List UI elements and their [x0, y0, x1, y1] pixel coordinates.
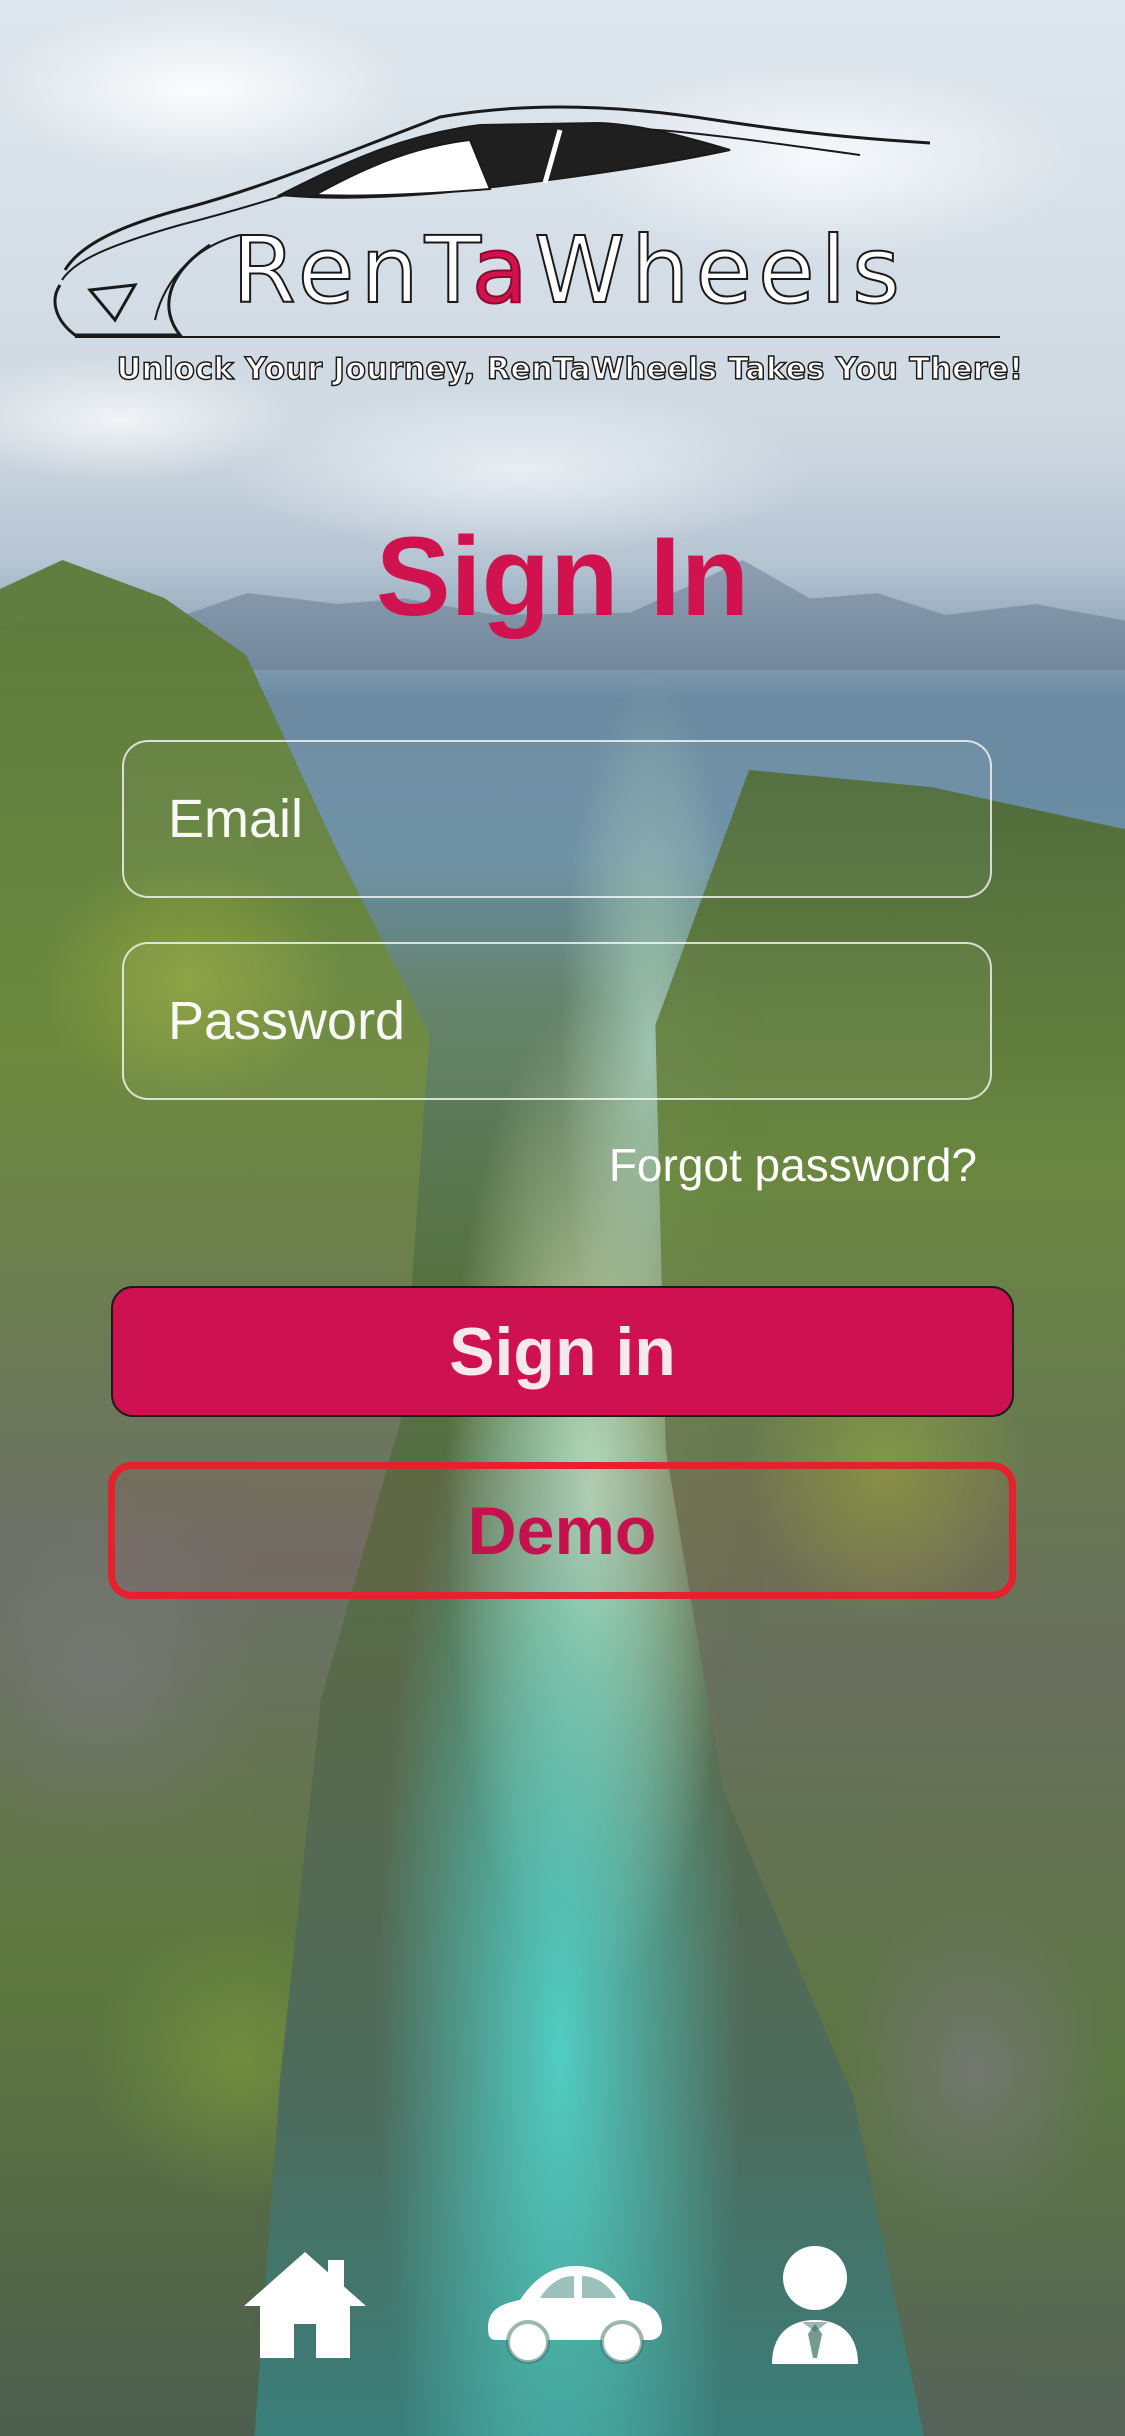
email-field[interactable]	[122, 740, 992, 898]
sign-in-screen: RenTaWheels Unlock Your Journey, RenTaWh…	[0, 0, 1125, 2436]
demo-button[interactable]: Demo	[108, 1462, 1016, 1599]
home-icon	[244, 2252, 366, 2358]
password-field[interactable]	[122, 942, 992, 1100]
user-icon	[772, 2246, 858, 2364]
forgot-password-link[interactable]: Forgot password?	[609, 1138, 977, 1192]
email-input[interactable]	[124, 742, 990, 896]
nav-cars[interactable]	[478, 2240, 668, 2370]
page-title: Sign In	[375, 514, 750, 639]
car-icon	[488, 2266, 662, 2364]
brand-wordmark: RenTaWheels	[231, 224, 906, 318]
password-input[interactable]	[124, 944, 990, 1098]
brand-suffix: Wheels	[533, 217, 907, 324]
nav-profile[interactable]	[768, 2240, 862, 2370]
brand-prefix: RenT	[231, 217, 472, 324]
brand-accent: a	[471, 217, 535, 324]
tagline: Unlock Your Journey, RenTaWheels Takes Y…	[116, 351, 1024, 388]
bottom-nav	[0, 2240, 1125, 2370]
nav-home[interactable]	[240, 2240, 370, 2370]
sign-in-button[interactable]: Sign in	[111, 1286, 1014, 1417]
